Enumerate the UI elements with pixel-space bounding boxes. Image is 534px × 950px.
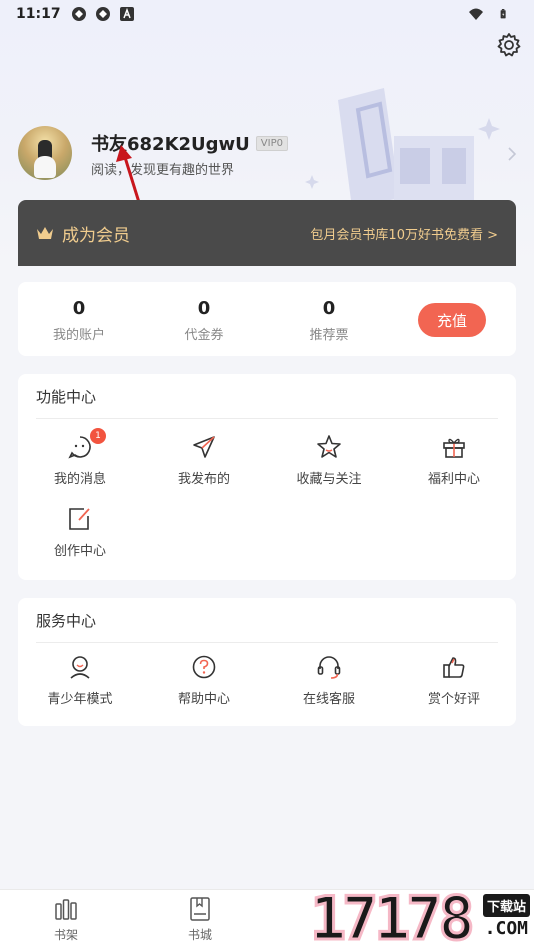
tab-label: 书架 [53,928,78,942]
tab-label: 书城 [187,928,212,942]
crown-icon [37,227,53,239]
thumbs-up-icon [443,657,465,678]
username: 书友682K2UgwU VIP0 [91,130,288,156]
profile-tagline: 阅读，发现更有趣的世界 [91,163,235,178]
service-center-title: 服务中心 [36,612,97,630]
username-text: 书友682K2UgwU [91,134,250,155]
stat-value: 0 [322,298,336,319]
stat-value: 0 [72,298,86,319]
stat-label: 我的账户 [52,328,105,343]
watermark-number: 17178 [309,883,477,950]
membership-title: 成为会员 [62,225,130,246]
help-icon [192,655,216,679]
recharge-button[interactable]: 充值 [418,303,486,337]
func-item-label: 我的消息 [53,472,106,487]
wifi-icon [469,8,483,20]
function-center-title: 功能中心 [36,388,97,406]
message-icon [68,436,91,459]
chevron-right-icon[interactable] [506,146,518,162]
avatar[interactable] [18,126,72,180]
gift-icon [443,438,465,458]
youth-mode-icon [70,656,90,679]
func-item-favorites[interactable]: 收藏与关注 [267,434,391,487]
bookstore-icon [190,897,210,921]
service-item-rate-us[interactable]: 赏个好评 [392,654,516,707]
func-item-label: 创作中心 [53,544,106,559]
profile-header[interactable]: 书友682K2UgwU VIP0 阅读，发现更有趣的世界 [18,126,518,182]
stat-my-account[interactable]: 0 我的账户 [24,298,134,343]
text-notification-icon [119,7,134,21]
divider [36,418,498,419]
service-item-online-support[interactable]: 在线客服 [267,654,391,707]
paper-plane-icon [193,436,215,458]
func-item-label: 我发布的 [177,472,230,487]
func-item-creation-center[interactable]: 创作中心 [18,506,142,559]
func-item-label: 福利中心 [427,472,480,487]
status-time: 11:17 [16,6,61,22]
edit-icon [69,508,90,530]
headset-icon [317,656,341,679]
stat-vouchers[interactable]: 0 代金券 [149,298,259,343]
function-center-card: 功能中心 1 我的消息 我发布的 收藏与关注 福利中心 创作中心 [18,374,516,580]
stat-label: 代金券 [184,328,224,343]
app-notification-icon [95,7,110,21]
app-notification-icon [71,7,86,21]
settings-gear-icon[interactable] [496,32,522,58]
tab-bookstore[interactable]: 书城 [150,896,250,943]
service-item-label: 赏个好评 [427,692,480,707]
func-item-messages[interactable]: 1 我的消息 [18,428,142,487]
service-item-label: 在线客服 [302,692,355,707]
service-item-label: 帮助中心 [177,692,230,707]
status-bar: 11:17 [0,0,534,28]
func-item-welfare[interactable]: 福利中心 [392,434,516,487]
watermark-suffix: .COM [484,918,528,939]
stat-label: 推荐票 [309,328,349,343]
account-stats-card: 0 我的账户 0 代金券 0 推荐票 充值 [18,282,516,356]
service-center-card: 服务中心 青少年模式 帮助中心 在线客服 赏个好评 [18,598,516,726]
tab-bookshelf[interactable]: 书架 [16,896,116,943]
message-count-badge: 1 [90,428,106,444]
battery-icon [500,9,506,19]
membership-banner[interactable]: 成为会员 包月会员书库10万好书免费看 > [18,200,516,266]
star-icon [317,435,341,458]
membership-description[interactable]: 包月会员书库10万好书免费看 > [310,224,498,243]
watermark-label: 下载站 [482,894,530,917]
divider [36,642,498,643]
service-item-youth-mode[interactable]: 青少年模式 [18,654,142,707]
avatar-figure-dress [34,156,56,178]
func-item-label: 收藏与关注 [296,472,362,487]
stat-recommend-tickets[interactable]: 0 推荐票 [274,298,384,343]
service-item-label: 青少年模式 [47,692,113,707]
stat-value: 0 [197,298,211,319]
func-item-my-posts[interactable]: 我发布的 [142,434,266,487]
vip-badge: VIP0 [255,135,288,151]
service-item-help[interactable]: 帮助中心 [142,654,266,707]
bookshelf-icon [55,899,77,920]
site-watermark: 17178 下载站 .COM [309,883,534,950]
